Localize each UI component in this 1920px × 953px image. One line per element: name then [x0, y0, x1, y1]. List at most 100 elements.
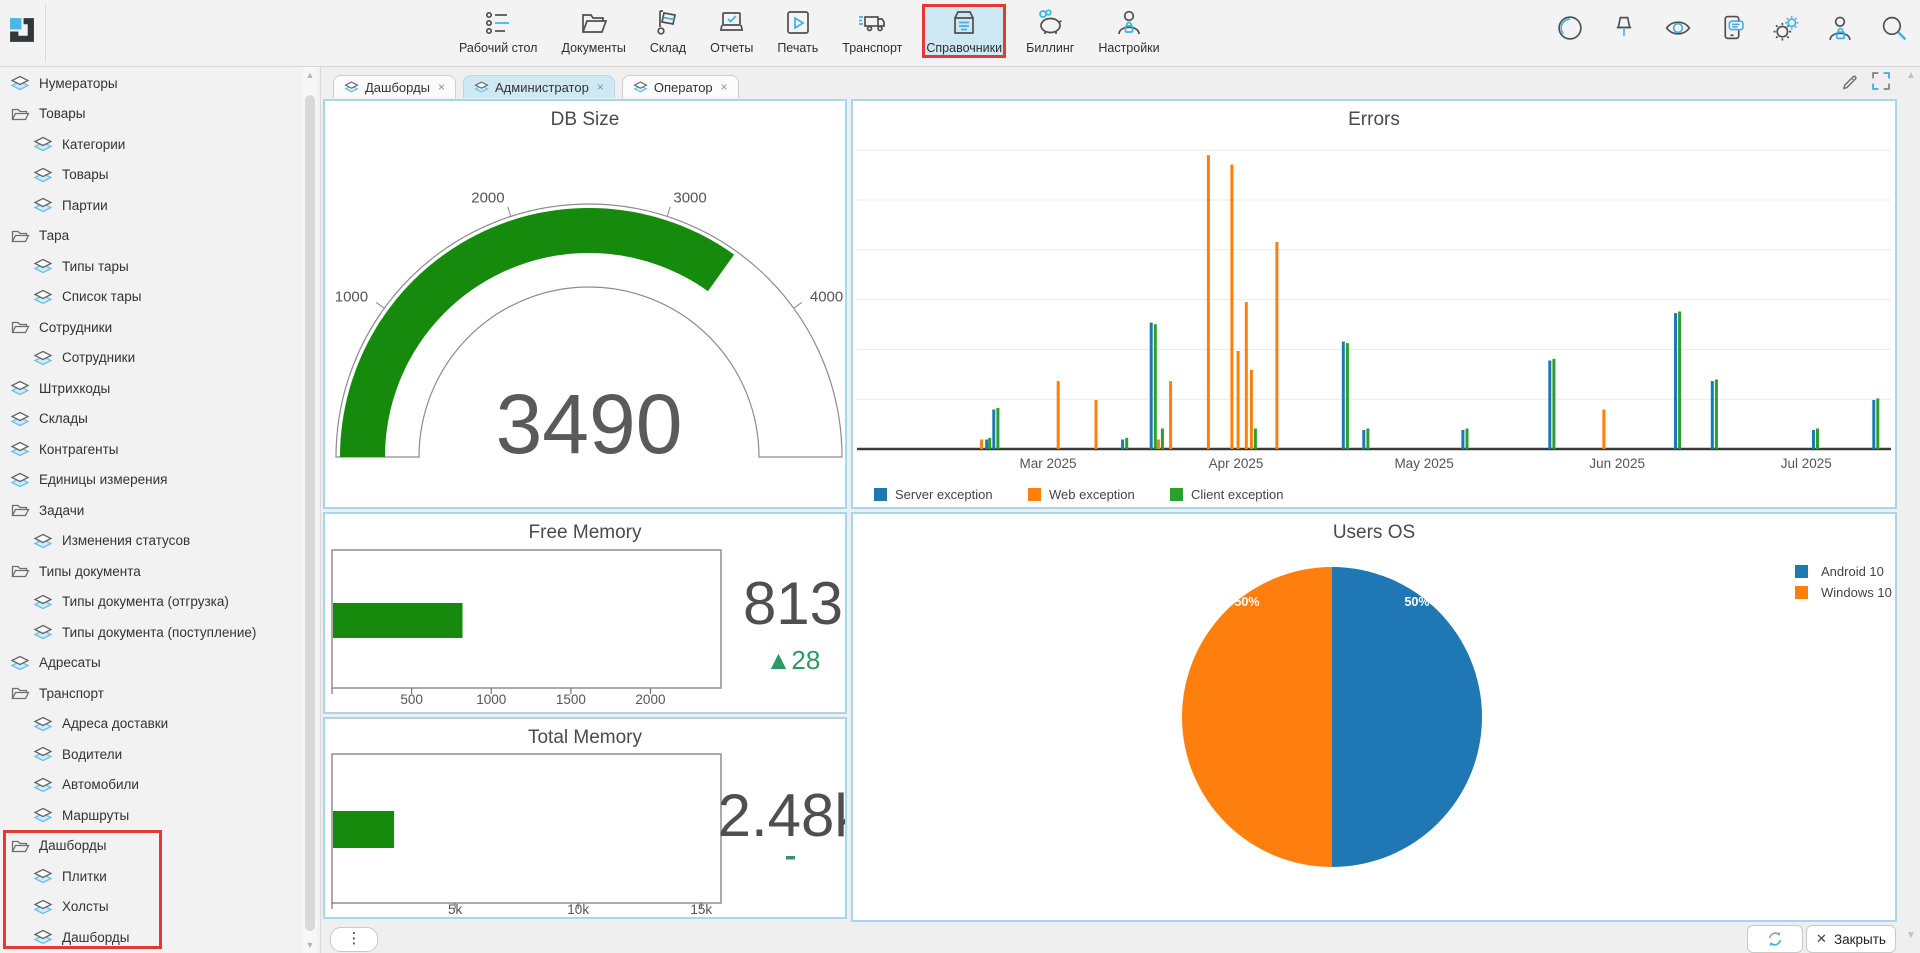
tree-item-14[interactable]: Задачи [0, 495, 300, 526]
nav-item-documents[interactable]: Документы [557, 4, 629, 58]
svg-text:▲28: ▲28 [766, 645, 821, 675]
db-size-gauge-chart: 10002000300040003490 [325, 101, 845, 507]
svg-text:2000: 2000 [471, 189, 504, 206]
tree-item-label: Дашборды [62, 930, 130, 945]
nav-item-transport[interactable]: Транспорт [838, 4, 906, 58]
close-button-label: Закрыть [1834, 932, 1886, 947]
catalogs-icon [949, 7, 979, 39]
nav-item-print[interactable]: Печать [773, 4, 822, 58]
tree-item-21[interactable]: Адреса доставки [0, 709, 300, 740]
layers-icon [344, 81, 359, 93]
tree-item-2[interactable]: Категории [0, 129, 300, 160]
nav-item-warehouse[interactable]: Склад [646, 4, 690, 58]
folder-icon [9, 838, 31, 854]
tree-item-20[interactable]: Транспорт [0, 678, 300, 709]
free-memory-bar-chart: 500100015002000813▲28 [325, 514, 845, 712]
panel-total-memory: Total Memory 5k10k15k2.48k [323, 717, 847, 919]
tree-item-13[interactable]: Единицы измерения [0, 465, 300, 496]
tree-item-16[interactable]: Типы документа [0, 556, 300, 587]
tree-item-28[interactable]: Дашборды [0, 922, 300, 953]
sidebar: Нумераторы Товары Категории Товары Парти… [0, 67, 320, 953]
tree-item-7[interactable]: Список тары [0, 282, 300, 313]
pin-icon[interactable] [1610, 14, 1638, 42]
content-scroll-up-icon[interactable]: ▲ [1906, 70, 1916, 81]
user-lock-icon[interactable] [1826, 14, 1854, 42]
tree-item-24[interactable]: Маршруты [0, 800, 300, 831]
chat-phone-icon[interactable] [1718, 14, 1746, 42]
tree-item-25[interactable]: Дашборды [0, 831, 300, 862]
kebab-menu-button[interactable]: ⋮ [330, 927, 378, 952]
close-button[interactable]: ✕ Закрыть [1806, 925, 1896, 953]
tree-item-15[interactable]: Изменения статусов [0, 526, 300, 557]
tree-item-1[interactable]: Товары [0, 99, 300, 130]
tree-item-12[interactable]: Контрагенты [0, 434, 300, 465]
svg-text:1000: 1000 [335, 289, 368, 306]
fullscreen-icon[interactable] [1872, 72, 1892, 92]
tree-item-6[interactable]: Типы тары [0, 251, 300, 282]
tree-item-9[interactable]: Сотрудники [0, 343, 300, 374]
search-icon[interactable] [1880, 14, 1908, 42]
nav-item-label: Биллинг [1026, 41, 1074, 55]
tree-item-22[interactable]: Водители [0, 739, 300, 770]
tree-item-8[interactable]: Сотрудники [0, 312, 300, 343]
tree-item-label: Контрагенты [39, 442, 119, 457]
tree-item-5[interactable]: Тара [0, 221, 300, 252]
tree-item-11[interactable]: Склады [0, 404, 300, 435]
sidebar-scrollbar-thumb[interactable] [305, 95, 315, 931]
tab-close-icon[interactable]: × [721, 80, 728, 94]
tree-item-4[interactable]: Партии [0, 190, 300, 221]
folder-icon [9, 228, 31, 244]
clock-icon[interactable] [1556, 14, 1584, 42]
refresh-button[interactable] [1747, 925, 1803, 953]
reports-icon [717, 7, 747, 39]
tree-item-0[interactable]: Нумераторы [0, 68, 300, 99]
tree-item-17[interactable]: Типы документа (отгрузка) [0, 587, 300, 618]
tree-item-label: Плитки [62, 869, 107, 884]
tree-item-label: Партии [62, 198, 108, 213]
tree-item-3[interactable]: Товары [0, 160, 300, 191]
svg-text:5k: 5k [448, 902, 463, 917]
nav-item-settings-user[interactable]: Настройки [1094, 4, 1163, 58]
transport-icon [857, 7, 887, 39]
nav-item-catalogs[interactable]: Справочники [922, 4, 1006, 58]
layers-icon [32, 716, 54, 732]
tab-close-icon[interactable]: × [438, 80, 445, 94]
gears-icon[interactable] [1772, 14, 1800, 42]
sidebar-scrollbar[interactable]: ▲ ▼ [303, 67, 317, 953]
svg-text:1000: 1000 [476, 692, 506, 707]
tree-item-26[interactable]: Плитки [0, 861, 300, 892]
nav-item-billing[interactable]: Биллинг [1022, 4, 1078, 58]
layers-icon [32, 777, 54, 793]
tab-1[interactable]: Администратор× [463, 75, 615, 98]
svg-text:1500: 1500 [556, 692, 586, 707]
tab-0[interactable]: Дашборды× [333, 75, 456, 98]
panel-errors: Errors Mar 2025Apr 2025May 2025Jun 2025J… [851, 99, 1897, 509]
svg-text:50%: 50% [1234, 595, 1259, 609]
content-scroll-down-icon[interactable]: ▼ [1906, 930, 1916, 941]
layers-icon [32, 807, 54, 823]
eye-icon[interactable] [1664, 14, 1692, 42]
tab-close-icon[interactable]: × [597, 80, 604, 94]
nav-item-reports[interactable]: Отчеты [706, 4, 757, 58]
scroll-up-icon[interactable]: ▲ [304, 70, 316, 80]
panel-free-memory: Free Memory 500100015002000813▲28 [323, 512, 847, 714]
layers-icon [32, 350, 54, 366]
edit-pencil-icon[interactable] [1840, 72, 1860, 92]
tree-item-label: Задачи [39, 503, 84, 518]
tree-item-18[interactable]: Типы документа (поступление) [0, 617, 300, 648]
tree-item-label: Тара [39, 228, 69, 243]
layers-icon [32, 289, 54, 305]
layers-icon [9, 75, 31, 91]
tree-item-10[interactable]: Штрихкоды [0, 373, 300, 404]
scroll-down-icon[interactable]: ▼ [304, 940, 316, 950]
tree-item-27[interactable]: Холсты [0, 892, 300, 923]
svg-text:Jul 2025: Jul 2025 [1781, 456, 1832, 471]
folder-icon [9, 319, 31, 335]
tree-item-19[interactable]: Адресаты [0, 648, 300, 679]
tab-2[interactable]: Оператор× [622, 75, 739, 98]
tree-item-23[interactable]: Автомобили [0, 770, 300, 801]
app-logo-icon[interactable] [8, 16, 36, 44]
layers-icon [9, 411, 31, 427]
nav-item-workspace[interactable]: Рабочий стол [455, 4, 541, 58]
layers-icon [32, 868, 54, 884]
